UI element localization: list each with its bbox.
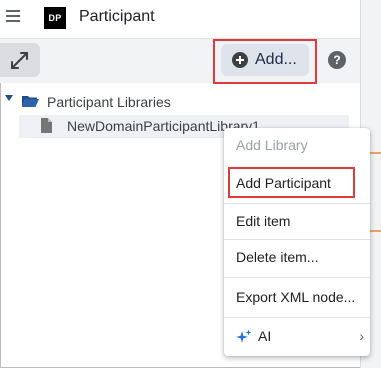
menu-icon[interactable] (6, 10, 20, 22)
document-icon (41, 118, 52, 133)
menu-item-add-library: Add Library (236, 137, 308, 153)
sparkle-icon (236, 329, 252, 343)
app-header: DP Participant (0, 0, 360, 39)
app-logo: DP (44, 7, 66, 29)
menu-divider (224, 277, 370, 278)
panel-accent-mark (369, 230, 381, 232)
panel-accent-mark (369, 152, 381, 154)
menu-divider (224, 239, 370, 240)
expand-button[interactable] (0, 43, 40, 77)
folder-open-icon (22, 96, 39, 107)
menu-item-ai[interactable]: AI › (224, 322, 370, 350)
caret-down-icon[interactable] (5, 95, 13, 101)
menu-item-export-xml[interactable]: Export XML node... (224, 283, 370, 311)
context-menu: Add Library Add Participant Edit item De… (224, 128, 370, 356)
help-icon[interactable]: ? (328, 51, 346, 69)
menu-item-edit-item[interactable]: Edit item (224, 207, 370, 235)
tree-root-label[interactable]: Participant Libraries (47, 94, 171, 110)
expand-icon (11, 52, 28, 69)
toolbar: Add... ? (0, 39, 360, 84)
add-button-highlight (213, 39, 317, 84)
menu-divider (224, 317, 370, 318)
menu-divider (224, 203, 370, 204)
page-title: Participant (79, 8, 155, 25)
add-participant-highlight (228, 167, 355, 198)
chevron-right-icon: › (359, 328, 364, 344)
menu-item-delete-item[interactable]: Delete item... (224, 243, 370, 271)
